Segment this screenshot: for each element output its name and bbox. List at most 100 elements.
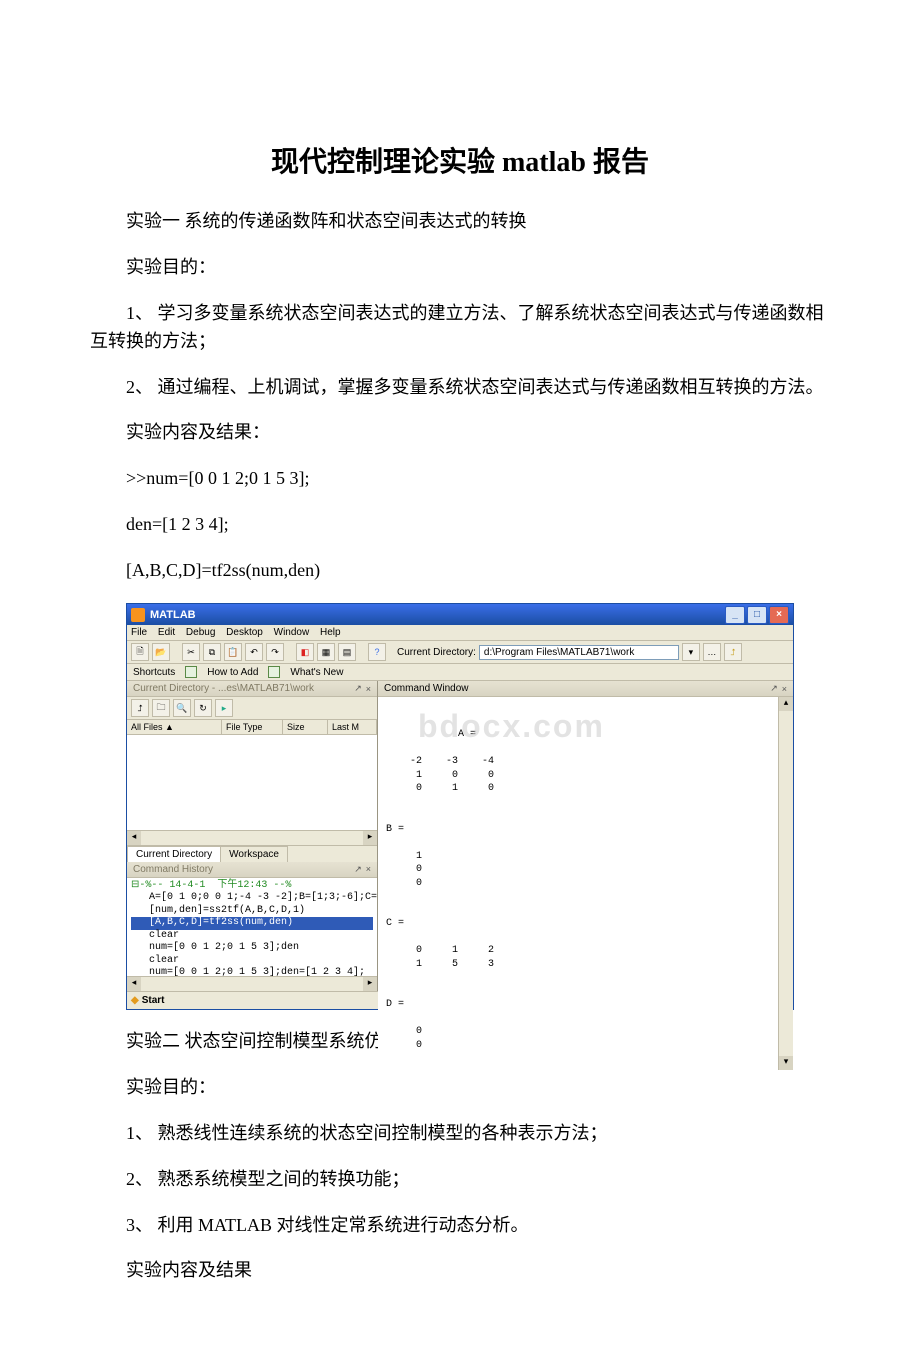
minimize-button[interactable]: _ (725, 606, 745, 624)
history-line[interactable]: clear (131, 955, 373, 968)
matlab-window: MATLAB _ □ × File Edit Debug Desktop Win… (126, 603, 794, 1010)
cd-pane-title-text: Current Directory - ...es\MATLAB71\work (133, 683, 314, 694)
history-scrollbar[interactable]: ◂ ▸ (127, 976, 377, 991)
cd-col-size[interactable]: Size (283, 720, 328, 734)
menu-desktop[interactable]: Desktop (226, 627, 263, 638)
close-pane-icon[interactable]: × (782, 684, 787, 694)
cd-path-input[interactable]: d:\Program Files\MATLAB71\work (479, 645, 679, 660)
undock-icon[interactable]: ↗ (354, 683, 362, 694)
shortcut-icon (185, 666, 197, 678)
simulink-icon[interactable]: ◧ (296, 643, 314, 661)
history-line[interactable]: [num,den]=ss2tf(A,B,C,D,1) (131, 905, 373, 918)
para-content-label-1: 实验内容及结果： (90, 419, 830, 447)
history-line[interactable]: num=[0 0 1 2;0 1 5 3];den=[1 2 3 4]; (131, 967, 373, 976)
history-body[interactable]: ⊟-%-- 14-4-1 下午12:43 --% A=[0 1 0;0 0 1;… (127, 878, 377, 977)
menu-bar: File Edit Debug Desktop Window Help (127, 625, 793, 641)
cd-col-type[interactable]: File Type (222, 720, 283, 734)
cmd-pane-title[interactable]: Command Window ↗ × (378, 681, 793, 697)
start-icon: ◆ (131, 995, 139, 1006)
menu-help[interactable]: Help (320, 627, 341, 638)
history-header: ⊟-%-- 14-4-1 下午12:43 --% (131, 880, 373, 893)
reports-icon[interactable]: ▸ (215, 699, 233, 717)
cd-col-last[interactable]: Last M (328, 720, 377, 734)
undock-icon[interactable]: ↗ (354, 864, 362, 875)
guide-icon[interactable]: ▦ (317, 643, 335, 661)
doc-title: 现代控制理论实验 matlab 报告 (90, 140, 830, 180)
undock-icon[interactable]: ↗ (770, 683, 778, 694)
new-folder-icon[interactable]: 🗀 (152, 699, 170, 717)
history-line[interactable]: [A,B,C,D]=tf2ss(num,den) (131, 917, 373, 930)
cd-file-list[interactable] (127, 735, 377, 830)
paste-icon[interactable]: 📋 (224, 643, 242, 661)
history-pane-title[interactable]: Command History ↗ × (127, 862, 377, 878)
open-file-icon[interactable]: 📂 (152, 643, 170, 661)
maximize-button[interactable]: □ (747, 606, 767, 624)
close-button[interactable]: × (769, 606, 789, 624)
shortcuts-label: Shortcuts (133, 667, 175, 678)
scroll-up-icon[interactable]: ▴ (779, 697, 793, 711)
para-purpose-2c: 3、 利用 MATLAB 对线性定常系统进行动态分析。 (90, 1212, 830, 1240)
menu-edit[interactable]: Edit (158, 627, 175, 638)
cmd-output: A = -2 -3 -4 1 0 0 0 1 0 B = 1 0 0 C = 0… (386, 729, 494, 1051)
para-purpose-2b: 2、 熟悉系统模型之间的转换功能； (90, 1166, 830, 1194)
para-purpose-1b: 2、 通过编程、上机调试，掌握多变量系统状态空间表达式与传递函数相互转换的方法。 (90, 374, 830, 402)
para-purpose-label-1: 实验目的： (90, 254, 830, 282)
para-code-3: [A,B,C,D]=tf2ss(num,den) (90, 557, 830, 585)
scroll-left-icon[interactable]: ◂ (127, 977, 141, 991)
new-file-icon[interactable]: 🗎 (131, 643, 149, 661)
toolbar: 🗎 📂 ✂ ⧉ 📋 ↶ ↷ ◧ ▦ ▤ ? Current Directory:… (127, 641, 793, 664)
cd-scrollbar[interactable]: ◂ ▸ (127, 830, 377, 845)
app-icon (131, 608, 145, 622)
watermark-text: bdocx.com (418, 705, 605, 748)
left-tabs: Current Directory Workspace (127, 845, 377, 862)
cd-dropdown-icon[interactable]: ▾ (682, 643, 700, 661)
scroll-down-icon[interactable]: ▾ (779, 1056, 793, 1070)
history-line[interactable]: clear (131, 930, 373, 943)
start-button[interactable]: ◆ Start (131, 994, 165, 1007)
para-content-label-2: 实验内容及结果 (90, 1257, 830, 1285)
cmd-vscrollbar[interactable]: ▴ ▾ (778, 697, 793, 1070)
cd-col-name[interactable]: All Files ▲ (127, 720, 222, 734)
para-purpose-2a: 1、 熟悉线性连续系统的状态空间控制模型的各种表示方法； (90, 1120, 830, 1148)
cd-columns: All Files ▲ File Type Size Last M (127, 720, 377, 735)
cd-browse-icon[interactable]: … (703, 643, 721, 661)
title-bar[interactable]: MATLAB _ □ × (127, 604, 793, 625)
history-pane-title-text: Command History (133, 864, 213, 875)
history-line[interactable]: A=[0 1 0;0 0 1;-4 -3 -2];B=[1;3;-6];C=[1… (131, 892, 373, 905)
redo-icon[interactable]: ↷ (266, 643, 284, 661)
scroll-right-icon[interactable]: ▸ (363, 831, 377, 845)
para-purpose-label-2: 实验目的： (90, 1074, 830, 1102)
cd-up-icon[interactable]: ⮥ (724, 643, 742, 661)
para-code-1: >>num=[0 0 1 2;0 1 5 3]; (90, 465, 830, 493)
window-title-text: MATLAB (150, 609, 196, 621)
up-folder-icon[interactable]: ⮥ (131, 699, 149, 717)
tab-current-directory[interactable]: Current Directory (127, 846, 221, 862)
copy-icon[interactable]: ⧉ (203, 643, 221, 661)
close-pane-icon[interactable]: × (366, 684, 371, 694)
close-pane-icon[interactable]: × (366, 864, 371, 874)
cut-icon[interactable]: ✂ (182, 643, 200, 661)
cd-label: Current Directory: (397, 647, 476, 658)
command-window[interactable]: bdocx.com A = -2 -3 -4 1 0 0 0 1 0 B = 1… (378, 697, 778, 1070)
menu-file[interactable]: File (131, 627, 147, 638)
menu-debug[interactable]: Debug (186, 627, 215, 638)
cmd-pane-title-text: Command Window (384, 683, 468, 694)
start-label: Start (142, 995, 165, 1006)
shortcut-icon (268, 666, 280, 678)
para-purpose-1a: 1、 学习多变量系统状态空间表达式的建立方法、了解系统状态空间表达式与传递函数相… (90, 300, 830, 356)
scroll-right-icon[interactable]: ▸ (363, 977, 377, 991)
tab-workspace[interactable]: Workspace (220, 846, 288, 862)
undo-icon[interactable]: ↶ (245, 643, 263, 661)
scroll-left-icon[interactable]: ◂ (127, 831, 141, 845)
profiler-icon[interactable]: ▤ (338, 643, 356, 661)
help-icon[interactable]: ? (368, 643, 386, 661)
find-icon[interactable]: 🔍 (173, 699, 191, 717)
cd-pane-toolbar: ⮥ 🗀 🔍 ↻ ▸ (127, 697, 377, 720)
para-code-2: den=[1 2 3 4]; (90, 511, 830, 539)
cd-pane-title[interactable]: Current Directory - ...es\MATLAB71\work … (127, 681, 377, 697)
history-line[interactable]: num=[0 0 1 2;0 1 5 3];den (131, 942, 373, 955)
menu-window[interactable]: Window (274, 627, 310, 638)
refresh-icon[interactable]: ↻ (194, 699, 212, 717)
shortcut-whats-new[interactable]: What's New (290, 667, 343, 678)
shortcut-how-to-add[interactable]: How to Add (207, 667, 258, 678)
